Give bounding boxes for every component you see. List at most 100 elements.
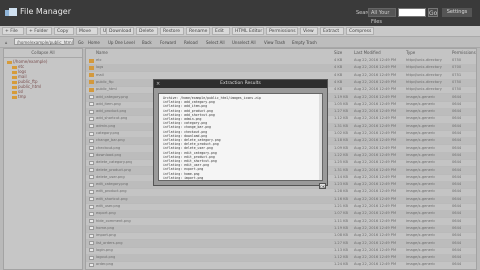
back-button[interactable]: Back (140, 39, 154, 46)
file-type: image/x-generic (406, 204, 436, 208)
file-size: 4 KB (334, 58, 343, 62)
file-name: list_orders.png (96, 240, 123, 245)
file-type: image/x-generic (406, 94, 436, 99)
move-button[interactable]: Move (76, 27, 98, 35)
file-size: 1.22 KB (334, 152, 348, 157)
select-all-button[interactable]: Select All (204, 39, 227, 46)
file-name: delete_user.png (96, 174, 125, 179)
file-modified: Aug 22, 2016 12:49 PM (354, 116, 397, 121)
file-name: category.png (96, 131, 120, 135)
file-type: httpd/unix-directory (406, 72, 442, 77)
file-type: image/x-generic (406, 167, 436, 172)
settings-button[interactable]: Settings (442, 8, 472, 17)
restore-button[interactable]: Restore (160, 27, 184, 35)
file-name: checkout.png (96, 145, 121, 150)
path-go-button[interactable]: Go (76, 39, 86, 46)
file-name: delete_category.png (96, 160, 133, 165)
search-go-button[interactable]: Go (428, 8, 438, 17)
file-icon (89, 160, 94, 165)
file-modified: Aug 22, 2016 12:49 PM (354, 94, 397, 99)
view-button[interactable]: View (300, 27, 318, 35)
file-name: home.png (96, 225, 115, 230)
file-permissions: 0750 (452, 79, 462, 84)
path-input[interactable]: /home/example/public_html (14, 38, 74, 45)
file-type: httpd/unix-directory (406, 58, 442, 62)
file-name: add_category.png (96, 94, 128, 99)
file-permissions: 0644 (452, 182, 462, 187)
file-name: add_shortcut.png (96, 116, 128, 121)
file-permissions: 0644 (452, 218, 462, 223)
file-permissions: 0750 (452, 87, 462, 92)
file-permissions: 0644 (452, 101, 462, 106)
file-icon (89, 146, 94, 151)
new-file-button[interactable]: + File (2, 27, 24, 35)
column-header-name[interactable]: Name (96, 49, 108, 56)
file-icon (89, 153, 94, 158)
file-size: 1.28 KB (334, 189, 348, 194)
file-permissions: 0644 (452, 247, 462, 252)
rename-button[interactable]: Rename (186, 27, 210, 35)
file-size: 1.21 KB (334, 204, 348, 208)
file-modified: Aug 22, 2016 12:49 PM (354, 225, 397, 230)
column-header-type[interactable]: Type (406, 49, 415, 56)
forward-button[interactable]: Forward (158, 39, 178, 46)
file-size: 1.02 KB (334, 131, 348, 135)
home-icon[interactable]: ⌂ (3, 39, 10, 46)
file-permissions: 0644 (452, 255, 462, 260)
log-scrollbar[interactable] (319, 94, 322, 180)
download-button[interactable]: Download (106, 27, 134, 35)
file-size: 1.27 KB (334, 240, 348, 245)
edit-button[interactable]: Edit (212, 27, 230, 35)
collapse-all-button[interactable]: Collapse All (4, 49, 82, 58)
file-type: image/x-generic (406, 131, 436, 135)
extract-button[interactable]: Extract (320, 27, 344, 35)
file-icon (89, 219, 94, 224)
search-input[interactable] (398, 8, 426, 17)
view-trash-button[interactable]: View Trash (262, 39, 287, 46)
file-size: 1.12 KB (334, 255, 348, 260)
file-icon (89, 182, 94, 187)
home-button[interactable]: Home (86, 39, 102, 46)
new-folder-button[interactable]: + Folder (26, 27, 52, 35)
file-modified: Aug 22, 2016 12:49 PM (354, 138, 397, 143)
ok-button[interactable]: OK (319, 183, 326, 189)
search-scope-select[interactable]: All Your Files (368, 8, 396, 25)
table-row[interactable]: order.png 1.24 KB Aug 22, 2016 12:49 PM ima… (86, 261, 476, 269)
tree-item-tmp[interactable]: tmp (12, 94, 26, 99)
column-header-modified[interactable]: Last Modified (354, 49, 381, 56)
file-type: httpd/unix-directory (406, 79, 442, 84)
file-type: image/x-generic (406, 211, 436, 216)
file-modified: Aug 22, 2016 12:49 PM (354, 109, 397, 114)
file-type: image/x-generic (406, 152, 436, 157)
file-name: mail (96, 72, 104, 77)
up-one-level-button[interactable]: Up One Level (106, 39, 137, 46)
file-name: logs (96, 65, 104, 70)
file-name: public_html (96, 87, 117, 92)
file-permissions: 0644 (452, 174, 462, 179)
file-icon (89, 248, 94, 253)
reload-button[interactable]: Reload (182, 39, 200, 46)
file-icon (89, 233, 94, 238)
file-name: add_item.png (96, 101, 121, 106)
path-bar: ⌂ /home/example/public_html Go Home Up O… (0, 37, 480, 48)
cpanel-logo-icon (5, 8, 17, 16)
empty-trash-button[interactable]: Empty Trash (290, 39, 319, 46)
column-header-permissions[interactable]: Permissions (452, 49, 476, 56)
delete-button[interactable]: Delete (136, 27, 158, 35)
extraction-log[interactable]: Archive: /home/example/public_html/image… (158, 93, 323, 181)
file-type: image/x-generic (406, 174, 436, 179)
unselect-all-button[interactable]: Unselect All (230, 39, 258, 46)
file-size: 1.18 KB (334, 138, 348, 143)
copy-button[interactable]: Copy (54, 27, 74, 35)
file-icon (89, 124, 94, 129)
file-permissions: 0644 (452, 211, 462, 216)
file-name: edit_category.png (96, 182, 129, 187)
file-icon (89, 211, 94, 216)
compress-button[interactable]: Compress (346, 27, 374, 35)
column-header-size[interactable]: Size (334, 49, 342, 56)
file-permissions: 0644 (452, 116, 462, 121)
file-size: 1.11 KB (334, 218, 348, 223)
permissions-button[interactable]: Permissions (266, 27, 298, 35)
html-editor-button[interactable]: HTML Editor (232, 27, 264, 35)
file-type: httpd/unix-directory (406, 87, 442, 92)
